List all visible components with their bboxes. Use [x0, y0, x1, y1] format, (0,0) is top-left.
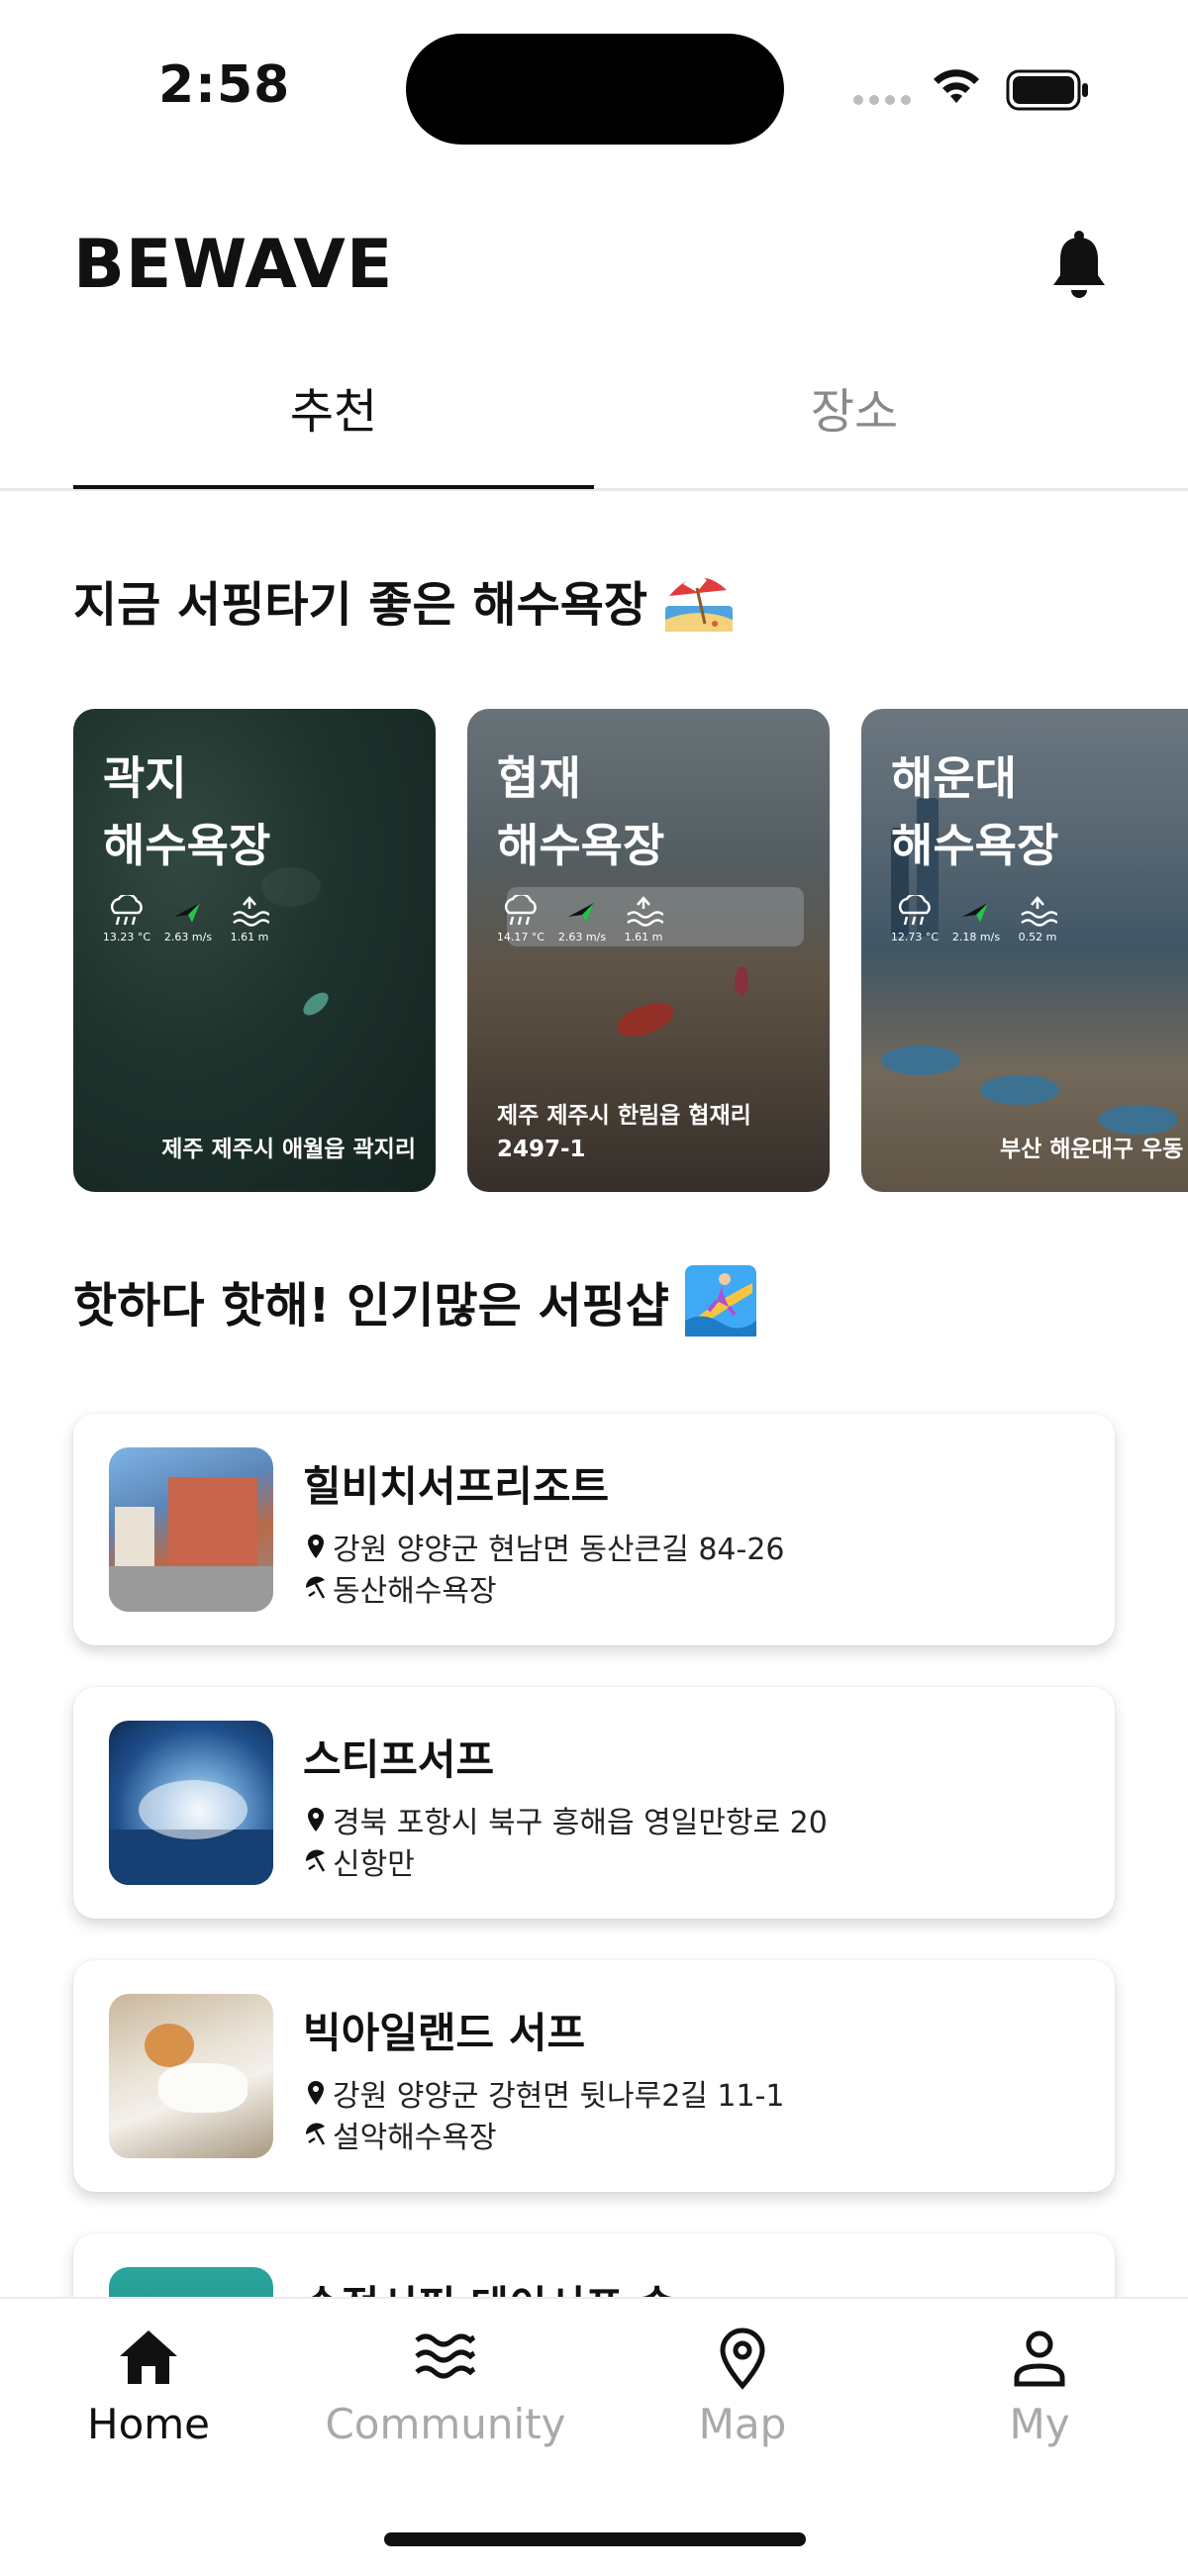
battery-icon [1006, 69, 1088, 111]
nav-map[interactable]: Map [594, 2327, 891, 2448]
tab-bar: 추천 장소 [0, 376, 1188, 491]
wave-height-icon [1021, 896, 1057, 927]
beach-name: 해운대 해수욕장 [891, 751, 1059, 872]
location-pin-icon [308, 2081, 324, 2105]
signal-dots-icon [853, 95, 911, 105]
wave-height-value: 1.61 m [624, 931, 663, 943]
beach-card-carousel[interactable]: 곽지 해수욕장 13.23 °C 2.63 m/s 1.61 m 제주 제주시 … [73, 709, 1188, 1192]
shop-card[interactable]: 빅아일랜드 서프 강원 양양군 강현면 뒷나루2길 11-1 설악해수욕장 [73, 1960, 1115, 2192]
beach-umbrella-small-icon [305, 2123, 326, 2145]
wind-direction-icon [962, 903, 988, 923]
wave-height-icon [233, 896, 269, 927]
app-header: BEWAVE [0, 218, 1188, 317]
shop-name: 빅아일랜드 서프 [303, 2009, 586, 2057]
beach-card[interactable]: 협재 해수욕장 14.17 °C 2.63 m/s 1.61 m 제주 제주시 … [467, 709, 830, 1192]
beach-umbrella-small-icon [305, 1849, 326, 1872]
shop-address-row: 강원 양양군 현남면 동산큰길 84-26 [303, 1525, 785, 1568]
status-time: 2:58 [158, 55, 291, 115]
nav-map-label: Map [698, 2400, 787, 2448]
beach-name: 협재 해수욕장 [497, 751, 665, 872]
shop-address: 강원 양양군 현남면 동산큰길 84-26 [333, 1533, 785, 1567]
rain-cloud-icon [898, 895, 931, 926]
shop-beach: 설악해수욕장 [333, 2121, 497, 2155]
temperature-value: 12.73 °C [890, 931, 940, 943]
shop-address: 경북 포항시 북구 흥해읍 영일만항로 20 [333, 1806, 828, 1840]
shop-beach-row: 동산해수욕장 [303, 1566, 497, 1610]
beach-address: 제주 제주시 한림읍 협재리 2497-1 [497, 1103, 751, 1162]
bell-icon[interactable] [1049, 230, 1109, 301]
shop-beach-row: 신항만 [303, 1839, 415, 1883]
beach-name: 곽지 해수욕장 [103, 751, 271, 872]
shop-beach-row: 설악해수욕장 [303, 2113, 497, 2156]
dynamic-island [406, 34, 784, 145]
temperature-value: 14.17 °C [496, 931, 545, 943]
map-pin-icon [720, 2328, 765, 2390]
waves-icon [415, 2333, 476, 2379]
weather-info: 14.17 °C 2.63 m/s 1.61 m [497, 895, 667, 943]
shop-name: 스티프서프 [303, 1735, 495, 1784]
nav-community-label: Community [325, 2400, 566, 2448]
home-icon [120, 2330, 177, 2384]
shop-card[interactable]: 힐비치서프리조트 강원 양양군 현남면 동산큰길 84-26 동산해수욕장 [73, 1414, 1115, 1645]
shop-address-row: 경북 포항시 북구 흥해읍 영일만항로 20 [303, 1798, 828, 1841]
nav-my-label: My [1009, 2400, 1070, 2448]
tab-recommend[interactable]: 추천 [73, 376, 594, 491]
woman-surfing-icon [684, 1265, 756, 1337]
rain-cloud-icon [110, 895, 143, 926]
active-tab-indicator [73, 485, 594, 489]
beach-card[interactable]: 해운대 해수욕장 12.73 °C 2.18 m/s 0.52 m 부산 해운대… [861, 709, 1188, 1192]
rain-cloud-icon [504, 895, 537, 926]
nav-home[interactable]: Home [0, 2327, 297, 2448]
beach-umbrella-icon [665, 575, 734, 632]
wind-direction-icon [174, 903, 200, 923]
wave-height-icon [627, 896, 663, 927]
nav-home-label: Home [86, 2400, 211, 2448]
beach-section-title-text: 지금 서핑타기 좋은 해수욕장 [73, 577, 648, 633]
shop-thumbnail [109, 1994, 273, 2158]
temperature-value: 13.23 °C [102, 931, 151, 943]
shop-section-title-text: 핫하다 핫해! 인기많은 서핑샵 [73, 1278, 669, 1334]
shop-beach: 동산해수욕장 [333, 1574, 497, 1609]
shop-card[interactable]: 스티프서프 경북 포항시 북구 흥해읍 영일만항로 20 신항만 [73, 1687, 1115, 1919]
nav-community[interactable]: Community [297, 2327, 594, 2448]
wind-direction-icon [568, 903, 594, 923]
wave-height-value: 1.61 m [230, 931, 269, 943]
shop-address-row: 강원 양양군 강현면 뒷나루2길 11-1 [303, 2071, 785, 2115]
wind-speed-value: 2.18 m/s [951, 931, 1001, 943]
beach-section-title: 지금 서핑타기 좋은 해수욕장 [73, 562, 737, 638]
tab-place[interactable]: 장소 [594, 376, 1115, 491]
beach-card[interactable]: 곽지 해수욕장 13.23 °C 2.63 m/s 1.61 m 제주 제주시 … [73, 709, 436, 1192]
shop-beach: 신항만 [333, 1847, 415, 1882]
nav-my[interactable]: My [891, 2327, 1188, 2448]
shop-address: 강원 양양군 강현면 뒷나루2길 11-1 [333, 2079, 785, 2114]
wifi-icon [934, 69, 979, 103]
home-indicator [384, 2532, 806, 2546]
shop-name: 힐비치서프리조트 [303, 1462, 610, 1511]
beach-umbrella-small-icon [305, 1576, 326, 1599]
weather-info: 12.73 °C 2.18 m/s 0.52 m [891, 895, 1061, 943]
location-pin-icon [308, 1808, 324, 1832]
brand-title: BEWAVE [73, 226, 394, 304]
person-icon [1014, 2330, 1065, 2387]
shop-thumbnail [109, 1447, 273, 1612]
wind-speed-value: 2.63 m/s [163, 931, 213, 943]
beach-address: 제주 제주시 애월읍 곽지리 [161, 1137, 416, 1162]
wind-speed-value: 2.63 m/s [557, 931, 607, 943]
beach-address: 부산 해운대구 우동 [1000, 1137, 1184, 1162]
shop-section-title: 핫하다 핫해! 인기많은 서핑샵 [73, 1263, 758, 1338]
weather-info: 13.23 °C 2.63 m/s 1.61 m [103, 895, 273, 943]
location-pin-icon [308, 1535, 324, 1558]
shop-thumbnail [109, 1721, 273, 1885]
status-bar: 2:58 [0, 0, 1188, 178]
wave-height-value: 0.52 m [1018, 931, 1057, 943]
